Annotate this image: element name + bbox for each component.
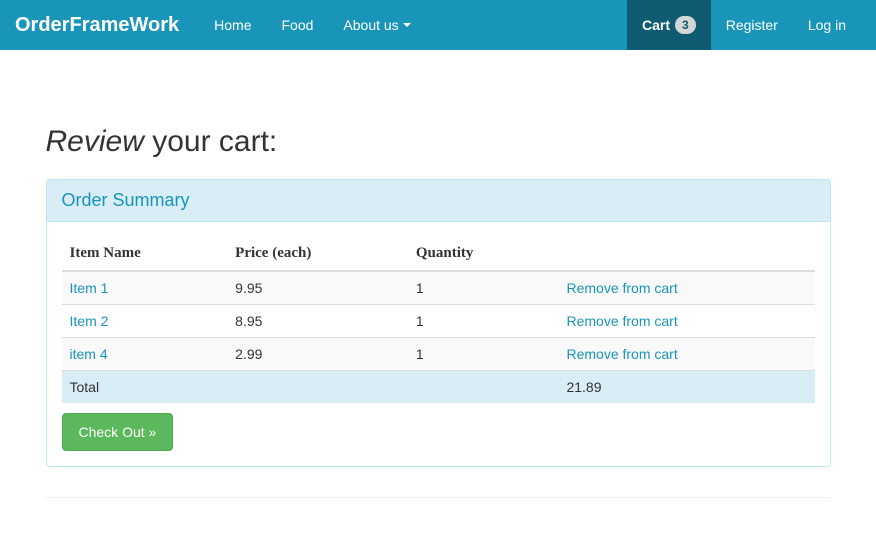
table-row: Item 1 9.95 1 Remove from cart — [62, 271, 815, 305]
nav-register[interactable]: Register — [711, 0, 793, 50]
remove-link[interactable]: Remove from cart — [566, 280, 677, 296]
nav-food[interactable]: Food — [267, 0, 329, 50]
nav-cart-label: Cart — [642, 15, 670, 35]
panel-heading: Order Summary — [47, 180, 830, 222]
total-value: 21.89 — [558, 371, 814, 404]
remove-link[interactable]: Remove from cart — [566, 346, 677, 362]
order-summary-panel: Order Summary Item Name Price (each) Qua… — [46, 179, 831, 467]
page-title: Review your cart: — [46, 125, 831, 159]
table-row: Item 2 8.95 1 Remove from cart — [62, 305, 815, 338]
item-link[interactable]: item 4 — [70, 346, 108, 362]
th-action — [558, 237, 814, 271]
main-container: Review your cart: Order Summary Item Nam… — [31, 125, 846, 498]
footer-divider — [46, 497, 831, 498]
item-qty: 1 — [408, 271, 559, 305]
item-price: 9.95 — [227, 271, 408, 305]
nav-home[interactable]: Home — [199, 0, 266, 50]
th-price: Price (each) — [227, 237, 408, 271]
remove-link[interactable]: Remove from cart — [566, 313, 677, 329]
nav-about-label: About us — [343, 15, 398, 35]
page-title-em: Review — [46, 125, 144, 158]
th-item-name: Item Name — [62, 237, 228, 271]
item-link[interactable]: Item 1 — [70, 280, 109, 296]
item-qty: 1 — [408, 305, 559, 338]
item-link[interactable]: Item 2 — [70, 313, 109, 329]
th-quantity: Quantity — [408, 237, 559, 271]
page-title-rest: your cart: — [144, 125, 277, 158]
item-price: 2.99 — [227, 338, 408, 371]
checkout-button[interactable]: Check Out » — [62, 413, 174, 451]
nav-cart[interactable]: Cart 3 — [627, 0, 711, 50]
cart-count-badge: 3 — [675, 16, 696, 34]
cart-table: Item Name Price (each) Quantity Item 1 9… — [62, 237, 815, 403]
chevron-down-icon — [403, 23, 411, 27]
table-row: item 4 2.99 1 Remove from cart — [62, 338, 815, 371]
item-price: 8.95 — [227, 305, 408, 338]
nav-login[interactable]: Log in — [793, 0, 861, 50]
brand-link[interactable]: OrderFrameWork — [15, 14, 199, 37]
total-label: Total — [62, 371, 228, 404]
item-qty: 1 — [408, 338, 559, 371]
nav-about-dropdown[interactable]: About us — [328, 0, 425, 50]
total-row: Total 21.89 — [62, 371, 815, 404]
navbar: OrderFrameWork Home Food About us Cart 3… — [0, 0, 876, 50]
